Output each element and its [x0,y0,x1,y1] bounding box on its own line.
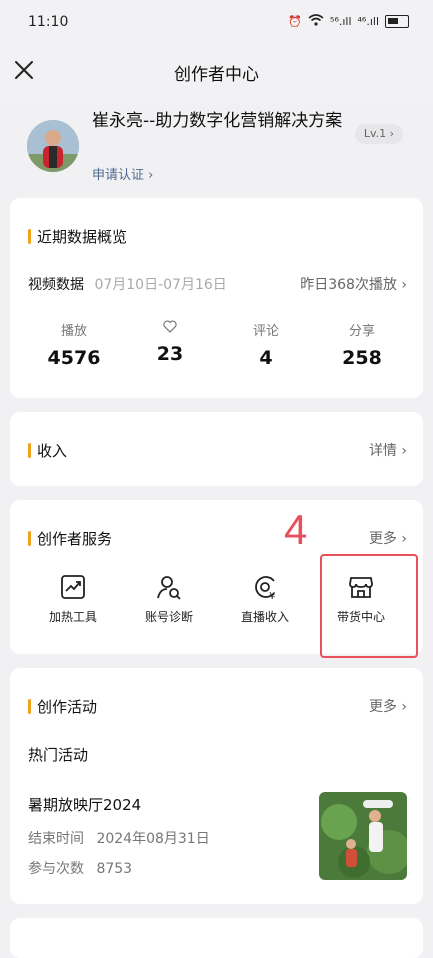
status-time: 11:10 [28,14,69,30]
metric-value: 4576 [47,347,101,369]
activity-more-link[interactable]: 更多 › [369,696,407,716]
event-count-row: 参与次数 8753 [28,858,132,878]
end-time-value: 2024年08月31日 [96,831,210,847]
profile-name: 崔永亮--助力数字化营销解决方案 [92,111,343,131]
service-live-income[interactable]: ¥ 直播收入 [220,574,310,625]
apply-verification-link[interactable]: 申请认证 › [92,164,153,183]
service-account-diagnosis[interactable]: 账号诊断 [124,574,214,625]
metric-label: 播放 [60,324,87,339]
avatar[interactable] [27,120,79,172]
metric-value: 258 [342,347,382,369]
metric-value: 23 [156,343,184,365]
service-label: 账号诊断 [144,610,193,624]
page-title: 创作者中心 [174,65,259,85]
metric-plays[interactable]: 播放 4576 [24,320,124,369]
signal-icon: ⁵⁶.ıll [330,15,352,28]
service-label: 直播收入 [240,610,289,624]
section-title: 收入 [28,440,67,461]
video-data-label: 视频数据 [28,277,84,293]
participation-label: 参与次数 [28,861,84,877]
step-marker: 4 [284,506,308,553]
date-range: 07月10日-07月16日 [94,277,227,293]
creation-activity-card: 创作活动 更多 › 热门活动 暑期放映厅2024 结束时间 2024年08月31… [10,668,423,904]
alarm-icon: ⏰ [288,15,303,28]
income-detail-link[interactable]: 详情 › [369,440,407,460]
nav-bar: 创作者中心 [0,44,433,100]
metric-shares[interactable]: 分享 258 [312,320,412,369]
title-accent-bar [28,699,31,714]
profile-header: 崔永亮--助力数字化营销解决方案 申请认证 › Lv.1 › [0,100,433,192]
wifi-icon [308,14,324,29]
event-name[interactable]: 暑期放映厅2024 [28,794,141,815]
battery-icon [385,15,409,28]
video-data-row: 视频数据 07月10日-07月16日 [28,274,227,294]
metric-value: 4 [259,347,273,369]
section-title: 创作者服务 [28,528,112,549]
user-search-icon [157,576,181,600]
highlight-box [320,554,418,658]
event-end-row: 结束时间 2024年08月31日 [28,828,210,848]
metric-label: 分享 [348,324,375,339]
income-card[interactable]: 收入 详情 › [10,412,423,486]
heart-icon [120,320,220,337]
title-accent-bar [28,443,31,458]
overview-card: 近期数据概览 视频数据 07月10日-07月16日 昨日368次播放 › 播放 … [10,198,423,398]
level-badge[interactable]: Lv.1 › [354,124,403,144]
metric-label: 评论 [252,324,279,339]
hot-activity-heading: 热门活动 [28,746,89,764]
trend-chart-icon [61,575,85,599]
services-more-link[interactable]: 更多 › [369,528,407,548]
event-thumbnail[interactable] [319,792,407,880]
next-card [10,918,423,958]
service-label: 加热工具 [48,610,97,624]
participation-value: 8753 [96,861,133,877]
section-title-text: 创作者服务 [37,530,113,548]
live-income-icon: ¥ [255,576,275,600]
status-bar: 11:10 ⏰ ⁵⁶.ıll ⁴⁶.ıll [0,0,433,44]
svg-text:¥: ¥ [269,591,275,600]
service-heat-tool[interactable]: 加热工具 [28,574,118,625]
status-icons: ⏰ ⁵⁶.ıll ⁴⁶.ıll [288,14,409,29]
title-accent-bar [28,229,31,244]
end-time-label: 结束时间 [28,831,84,847]
section-title: 创作活动 [28,696,97,717]
signal-icon: ⁴⁶.ıll [357,15,379,28]
title-accent-bar [28,531,31,546]
metric-comments[interactable]: 评论 4 [216,320,316,369]
section-title-text: 近期数据概览 [37,228,128,246]
section-title-text: 创作活动 [37,698,98,716]
section-title-text: 收入 [37,442,68,460]
section-title: 近期数据概览 [28,226,127,247]
yesterday-plays-link[interactable]: 昨日368次播放 › [300,274,407,294]
metric-likes[interactable]: 23 [120,320,220,365]
